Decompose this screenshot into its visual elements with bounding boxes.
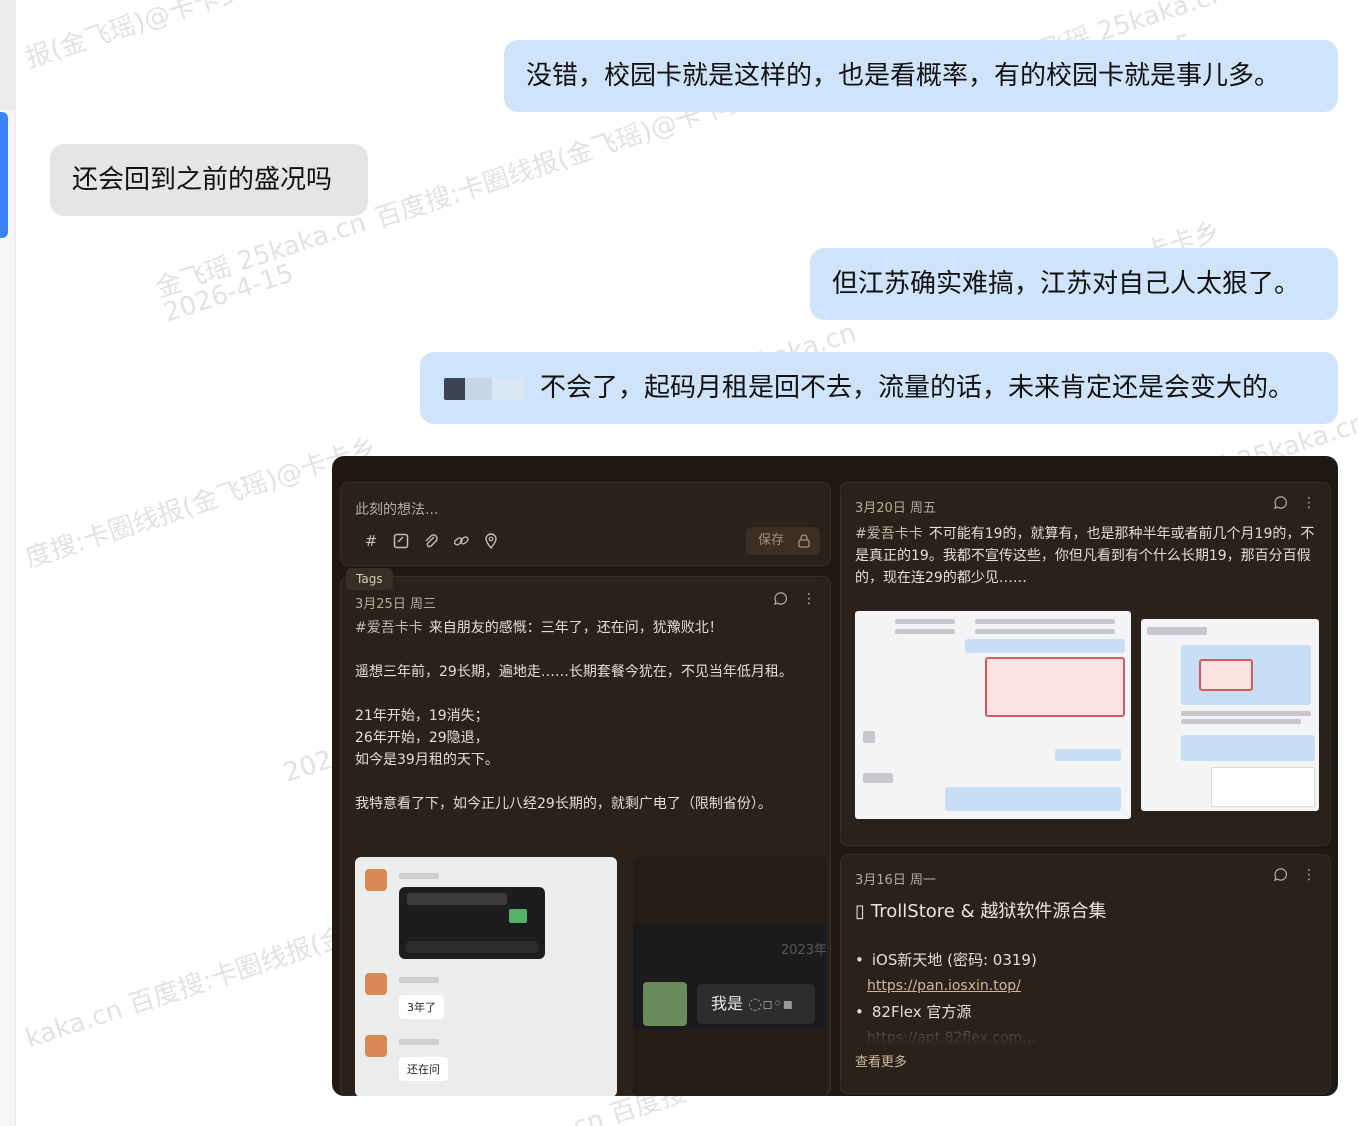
note-actions: ⋮ <box>773 591 816 610</box>
text-line <box>1181 719 1301 724</box>
gray-bubble <box>863 773 893 783</box>
more-options-icon[interactable]: ⋮ <box>1302 867 1316 886</box>
link[interactable]: https://pan.iosxin.top/ <box>855 973 1315 999</box>
note-date: 3月20日 周五 <box>855 501 936 516</box>
composer-placeholder: 此刻的想法... <box>355 502 439 518</box>
list-item: 82Flex 官方源 <box>855 999 1315 1025</box>
blue-bubble <box>1181 735 1315 761</box>
avatar <box>365 973 387 995</box>
text-line <box>1147 627 1207 635</box>
blue-bubble <box>945 787 1121 811</box>
note-date: 3月25日 周三 <box>355 597 436 612</box>
note-tag[interactable]: #爱吾卡卡 <box>855 526 923 542</box>
note-image-screenshot[interactable] <box>855 611 1131 819</box>
watermark: 报(金飞瑶)@卡卡乡 <box>21 0 249 75</box>
year-label: 2023年 <box>780 943 827 958</box>
note-actions: ⋮ <box>1273 495 1316 514</box>
image-attachment[interactable]: 此刻的想法... # 保存 3月25日 周三 ⋮ #爱吾卡卡 来自朋友的感慨：三… <box>332 456 1338 1096</box>
message-incoming[interactable]: 还会回到之前的盛况吗 <box>50 144 368 216</box>
note-line: 来自朋友的感慨：三年了，还在问，犹豫败北！ <box>428 620 723 636</box>
input-bar <box>405 941 539 953</box>
note-image-dark[interactable]: 2023年 我是 ◌▫◦▪ <box>633 857 827 1096</box>
phone-screenshot <box>399 887 545 959</box>
redacted-quote <box>444 377 524 400</box>
text-line <box>895 629 955 634</box>
bubble-text: 我是 <box>711 994 744 1013</box>
lock-icon <box>798 527 810 555</box>
text-line <box>975 629 1115 634</box>
save-label: 保存 <box>758 533 785 548</box>
avatar <box>365 1035 387 1057</box>
note-line <box>355 639 815 661</box>
more-options-icon[interactable]: ⋮ <box>1302 495 1316 514</box>
composer-toolbar: # <box>363 533 499 550</box>
message-outgoing[interactable]: 但江苏确实难搞，江苏对自己人太狠了。 <box>810 248 1338 320</box>
avatar <box>365 869 387 891</box>
chat-bubble: 我是 ◌▫◦▪ <box>697 984 815 1024</box>
chat-bubble: 3年了 <box>399 995 444 1019</box>
link-icon[interactable] <box>453 533 469 549</box>
watermark: 金飞瑶 25kaka.cn <box>151 207 370 305</box>
message-outgoing[interactable]: 没错，校园卡就是这样的，也是看概率，有的校园卡就是事儿多。 <box>504 40 1338 112</box>
avatar <box>863 731 875 743</box>
note-line: 26年开始，29隐退， <box>355 730 489 746</box>
quoted-card <box>1211 767 1315 807</box>
message-outgoing-reply[interactable]: 不会了，起码月租是回不去，流量的话，未来肯定还是会变大的。 <box>420 352 1338 424</box>
note-line <box>355 771 815 793</box>
text-line <box>895 619 955 624</box>
chat-bubble: 还在问 <box>399 1057 448 1081</box>
blue-bubble <box>1055 749 1121 761</box>
note-line: 我特意看了下，如今正儿八经29长期的，就剩广电了（限制省份）。 <box>355 796 772 812</box>
text-line <box>1181 711 1311 716</box>
note-line: 21年开始，19消失； <box>355 708 489 724</box>
note-line: 遥想三年前，29长期，遍地走……长期套餐今犹在，不见当年低月租。 <box>355 664 793 680</box>
note-line <box>355 683 815 705</box>
more-options-icon[interactable]: ⋮ <box>802 591 816 610</box>
comment-icon[interactable] <box>1273 495 1288 514</box>
comment-icon[interactable] <box>1273 867 1288 886</box>
redacted-name <box>399 1039 439 1045</box>
note-tag[interactable]: #爱吾卡卡 <box>355 620 423 636</box>
note-composer[interactable]: 此刻的想法... # 保存 <box>340 482 831 566</box>
note-actions: ⋮ <box>1273 867 1316 886</box>
note-card[interactable]: 3月20日 周五 ⋮ #爱吾卡卡 不可能有19的，就算有，也是那种半年或者前几个月… <box>840 482 1331 846</box>
watermark: 度搜:卡圈线报(金飞瑶)@卡卡乡 <box>21 432 381 575</box>
blue-bubble <box>965 639 1125 653</box>
location-pin-icon[interactable] <box>483 533 499 550</box>
paperclip-icon[interactable] <box>423 533 439 549</box>
note-image-chat[interactable]: 3年了 还在问 <box>355 857 617 1096</box>
note-title-text: TrollStore & 越狱软件源合集 <box>870 901 1107 922</box>
redacted-name <box>399 873 439 879</box>
checkbox-icon[interactable] <box>393 533 409 549</box>
placeholder-line <box>407 893 507 905</box>
note-date: 3月16日 周一 <box>855 873 936 888</box>
highlighted-box <box>1199 659 1253 691</box>
left-rail-top <box>0 0 16 110</box>
note-body: #爱吾卡卡 不可能有19的，就算有，也是那种半年或者前几个月19的，不是真正的19… <box>855 523 1321 589</box>
tags-tooltip: Tags <box>346 568 393 590</box>
note-line: 如今是39月租的天下。 <box>355 752 499 768</box>
comment-icon[interactable] <box>773 591 788 610</box>
redacted-name <box>399 977 439 983</box>
phone-icon: ▯ <box>855 901 865 922</box>
watermark: 2026-4-15 <box>160 258 298 329</box>
highlighted-box <box>985 657 1125 717</box>
note-card[interactable]: 3月25日 周三 ⋮ #爱吾卡卡 来自朋友的感慨：三年了，还在问，犹豫败北！ 遥想… <box>340 576 831 1096</box>
note-card[interactable]: 3月16日 周一 ⋮ ▯TrollStore & 越狱软件源合集 iOS新天地 … <box>840 854 1331 1094</box>
note-body: #爱吾卡卡 来自朋友的感慨：三年了，还在问，犹豫败北！ 遥想三年前，29长期，遍地… <box>355 617 815 815</box>
badge <box>509 909 527 923</box>
save-button[interactable]: 保存 <box>746 527 820 555</box>
hash-icon[interactable]: # <box>363 533 379 549</box>
show-more-link[interactable]: 查看更多 <box>855 1051 907 1070</box>
note-image-screenshot[interactable] <box>1141 619 1319 811</box>
list-item: iOS新天地 (密码: 0319) <box>855 947 1315 973</box>
note-title: ▯ TrollStore & 越狱软件源合集 <box>855 897 1106 923</box>
left-rail <box>0 0 16 1126</box>
text-line <box>975 619 1115 624</box>
note-text: 不可能有19的，就算有，也是那种半年或者前几个月19的，不是真正的19。我都不宣… <box>855 526 1315 586</box>
active-chat-indicator[interactable] <box>0 112 8 238</box>
fade-overlay <box>855 1023 1317 1045</box>
avatar <box>643 982 687 1026</box>
message-text: 不会了，起码月租是回不去，流量的话，未来肯定还是会变大的。 <box>540 373 1295 403</box>
